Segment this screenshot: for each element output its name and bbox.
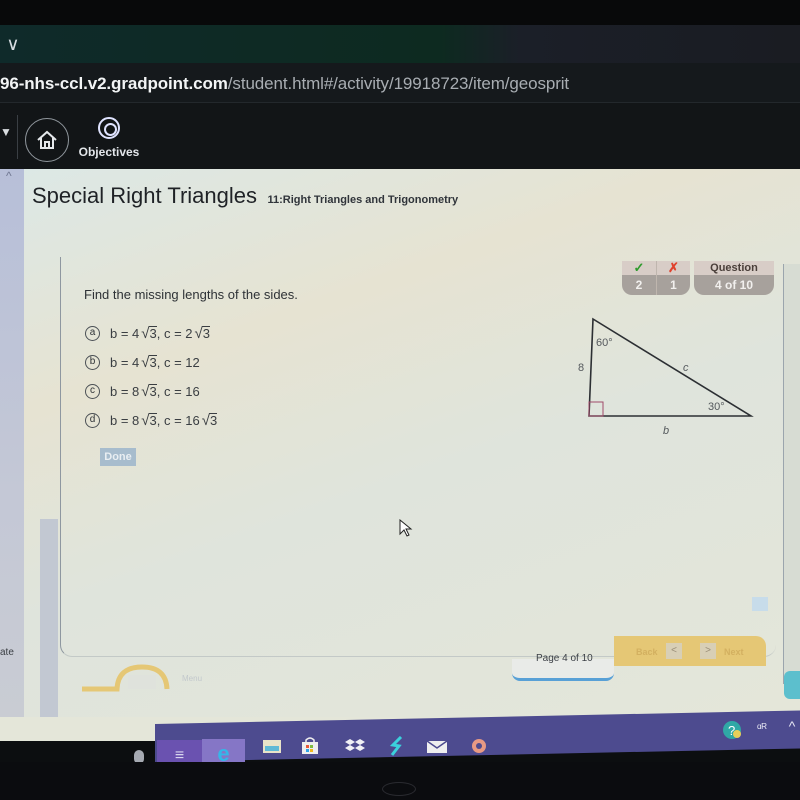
origin-icon[interactable]	[467, 734, 491, 758]
side-8-label: 8	[578, 362, 584, 374]
screen-top-bezel	[0, 0, 800, 25]
answer-option-a[interactable]: a b = 4 √3, c = 2 √3	[85, 319, 217, 348]
correct-count: 2	[622, 275, 656, 295]
lesson-page: ^ ate Special Right Triangles 11:Right T…	[0, 169, 800, 717]
side-b-label: b	[663, 425, 669, 437]
address-bar[interactable]: 96-nhs-ccl.v2.gradpoint.com/student.html…	[0, 63, 800, 103]
question-progress: 4 of 10	[694, 275, 774, 295]
hp-logo	[382, 782, 416, 796]
app-bolt-icon[interactable]	[385, 734, 409, 758]
option-letter: b	[85, 355, 100, 370]
file-explorer-icon[interactable]	[260, 734, 284, 758]
home-button[interactable]	[25, 118, 69, 162]
page-title: Special Right Triangles	[32, 183, 258, 208]
page-indicator: Page 4 of 10	[536, 653, 593, 664]
angle-30-label: 30°	[708, 401, 725, 413]
question-prompt: Find the missing lengths of the sides.	[84, 287, 298, 302]
checkmark-icon: ✓	[622, 261, 656, 275]
triangle-shape	[588, 317, 754, 417]
page-header: Special Right Triangles 11:Right Triangl…	[32, 183, 458, 209]
url-host: 96-nhs-ccl.v2.gradpoint.com	[0, 74, 228, 93]
option-letter: a	[85, 326, 100, 341]
answer-option-d[interactable]: d b = 8 √3, c = 16 √3	[85, 406, 218, 435]
score-panel: ✓ 2 ✗ 1 Question 4 of 10	[622, 261, 774, 295]
dropbox-icon[interactable]	[343, 734, 367, 758]
sidebar-label: ate	[0, 647, 14, 658]
home-icon	[37, 130, 57, 149]
answer-options: a b = 4 √3, c = 2 √3 b b = 4 √3, c = 12 c b…	[85, 319, 218, 435]
store-icon[interactable]	[298, 734, 322, 758]
caret-down-icon[interactable]: ▼	[0, 125, 12, 139]
question-label: Question	[694, 261, 774, 275]
next-arrow-icon[interactable]: >	[700, 643, 716, 659]
option-letter: d	[85, 413, 100, 428]
chevron-up-icon[interactable]: ^	[6, 169, 12, 183]
left-scroll-track[interactable]	[40, 519, 58, 717]
back-button[interactable]: Back	[636, 647, 658, 657]
toolbar-divider	[17, 115, 18, 159]
prev-arrow-icon[interactable]: <	[666, 643, 682, 659]
page-subtitle: 11:Right Triangles and Trigonometry	[267, 194, 459, 206]
option-letter: c	[85, 384, 100, 399]
score-counts: ✓ 2 ✗ 1	[622, 261, 690, 295]
objectives-button[interactable]: Objectives	[78, 117, 140, 159]
browser-tab-bar: ∨	[0, 25, 800, 63]
url-text[interactable]: 96-nhs-ccl.v2.gradpoint.com/student.html…	[0, 74, 569, 94]
instructions-text: Select the correct answer and then click…	[85, 256, 332, 262]
people-icon[interactable]: ᵅᴿ	[750, 716, 774, 740]
triangle-figure: 60° 30° 8 c b	[578, 317, 754, 437]
done-button[interactable]: Done	[100, 448, 136, 466]
chevron-up-icon[interactable]: ^	[780, 714, 800, 738]
x-mark-icon: ✗	[657, 261, 690, 275]
right-angle-marker	[588, 401, 604, 417]
incorrect-count: 1	[657, 275, 690, 295]
chevron-down-icon[interactable]: ∨	[2, 33, 24, 55]
answer-option-c[interactable]: c b = 8 √3, c = 16	[85, 377, 217, 406]
option-text: b = 4 √3, c = 2 √3	[110, 325, 210, 342]
menu-icon	[128, 675, 156, 689]
side-c-label: c	[683, 362, 689, 374]
question-counter: Question 4 of 10	[694, 261, 774, 295]
mail-icon[interactable]	[425, 734, 449, 758]
left-sidebar: ^	[0, 169, 24, 717]
angle-60-label: 60°	[596, 337, 613, 349]
url-path: /student.html#/activity/19918723/item/ge…	[227, 74, 570, 93]
menu-button[interactable]	[82, 663, 182, 693]
side-tab[interactable]	[752, 597, 768, 611]
menu-label[interactable]: Menu	[182, 674, 202, 683]
mouse-cursor-icon	[399, 519, 413, 537]
option-text: b = 8 √3, c = 16 √3	[110, 412, 218, 429]
next-button[interactable]: Next	[724, 647, 744, 657]
target-icon	[98, 117, 120, 139]
option-text: b = 8 √3, c = 16	[110, 383, 200, 400]
help-icon[interactable]: ?	[720, 718, 744, 742]
option-text: b = 4 √3, c = 12	[110, 354, 200, 371]
answer-option-b[interactable]: b b = 4 √3, c = 12	[85, 348, 217, 377]
help-tab[interactable]	[784, 671, 800, 699]
app-toolbar: ▼ Objectives	[0, 103, 800, 169]
objectives-label: Objectives	[78, 145, 140, 159]
right-panel	[783, 264, 800, 684]
